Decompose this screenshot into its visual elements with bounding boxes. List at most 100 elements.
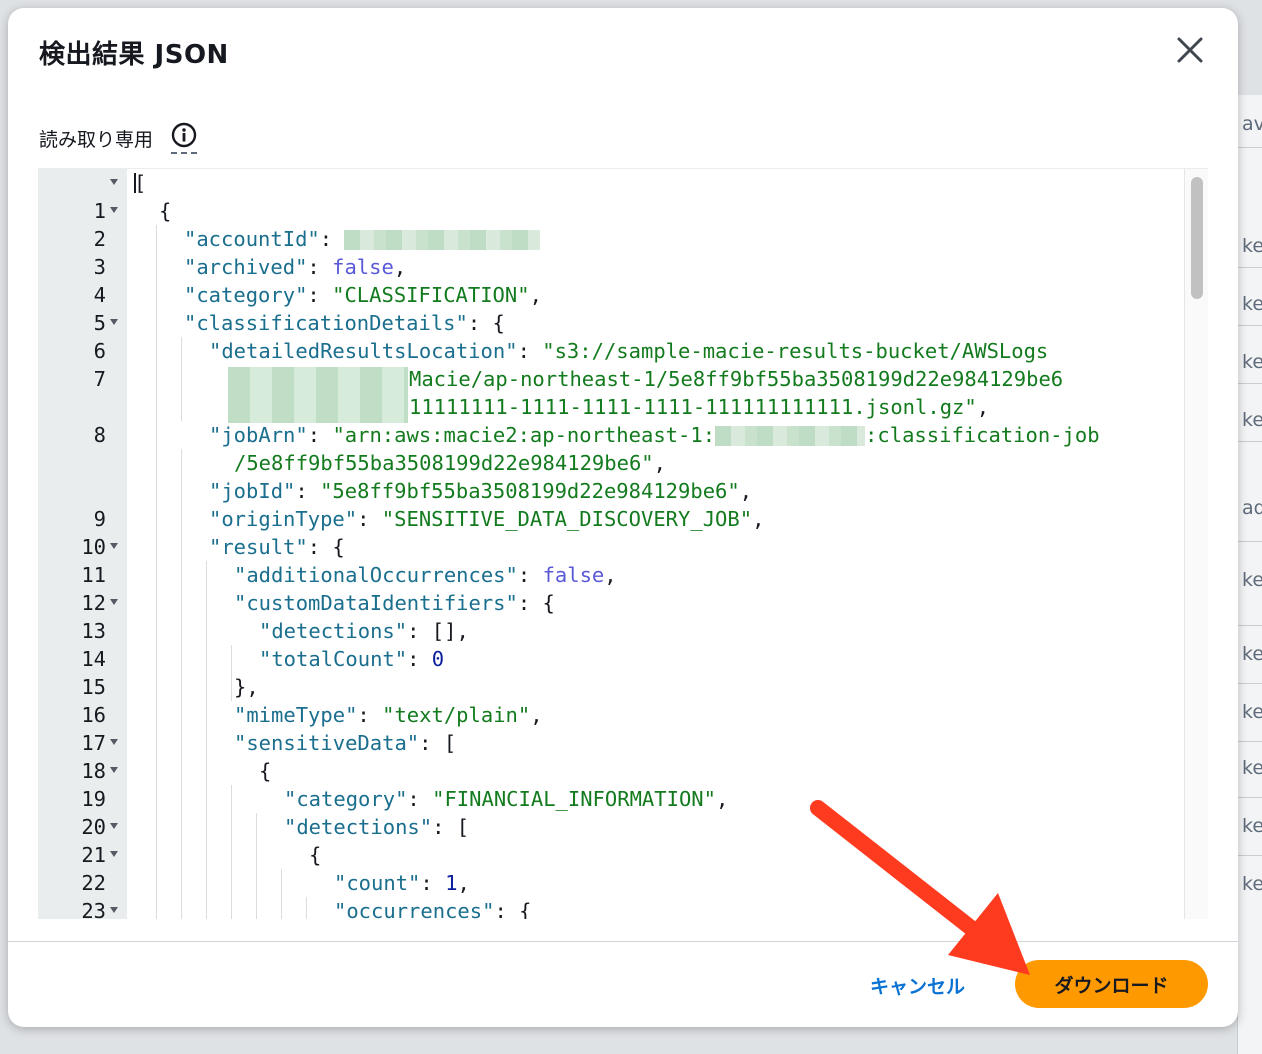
fold-caret-icon[interactable]: [110, 823, 118, 829]
code-line: 22 {: [38, 841, 1178, 895]
code-line: 24 "occurrences": {: [38, 897, 1178, 919]
fold-caret-icon[interactable]: [110, 319, 118, 325]
fold-caret-icon[interactable]: [110, 767, 118, 773]
background-fragment: av: [1242, 113, 1262, 133]
download-button[interactable]: ダウンロード: [1015, 960, 1208, 1008]
json-key: "jobId": [209, 479, 296, 503]
background-fragment: ke: [1242, 235, 1262, 255]
close-icon: [1177, 37, 1203, 63]
code-line-wrap: Macie/ap-northeast-1/5e8ff9bf55ba3508199…: [38, 365, 1178, 393]
code-line: 3 "accountId":: [38, 225, 1178, 279]
json-key: "originType": [209, 507, 358, 531]
background-fragment: ad: [1242, 497, 1262, 517]
code-line: 6 "classificationDetails": {: [38, 309, 1178, 363]
redacted-account-id: [344, 230, 541, 250]
code-line: "jobArn": "arn:aws:macie2:ap-northeast-1…: [209, 423, 1100, 447]
json-value: []: [431, 619, 457, 643]
fold-caret-icon[interactable]: [110, 851, 118, 857]
background-table-edge: av ke ke ke ke ad ke ke ke ke ke ke: [1237, 95, 1262, 1054]
code-line: 1 [: [38, 169, 1178, 223]
code-line: 18 "sensitiveData": [: [38, 729, 1178, 783]
background-fragment: ke: [1242, 701, 1262, 721]
redacted-account-id: [715, 426, 866, 446]
json-value: "5e8ff9bf55ba3508199d22e984129be6": [320, 479, 740, 503]
json-key: "mimeType": [234, 703, 358, 727]
background-fragment: ke: [1242, 815, 1262, 835]
close-button[interactable]: [1170, 30, 1210, 70]
json-key: "count": [334, 871, 421, 895]
json-value: "FINANCIAL_INFORMATION": [432, 787, 716, 811]
json-key: "result": [209, 535, 308, 559]
json-key: "classificationDetails": [184, 311, 468, 335]
json-key: "accountId": [184, 227, 320, 251]
json-value: 0: [431, 647, 445, 671]
modal-title: 検出結果 JSON: [39, 40, 229, 70]
scrollbar-thumb[interactable]: [1191, 177, 1203, 299]
code-text: {: [309, 843, 322, 867]
code-line: 12 "additionalOccurrences": false,: [38, 561, 1178, 615]
code-line-wrap: /5e8ff9bf55ba3508199d22e984129be6",: [234, 451, 666, 475]
findings-json-modal: 検出結果 JSON 読み取り専用 1 [2 {3 "accountId": …: [8, 8, 1238, 1027]
code-line: 19 {: [38, 757, 1178, 811]
code-text: {: [159, 199, 172, 223]
readonly-label: 読み取り専用: [39, 128, 154, 151]
fold-caret-icon[interactable]: [110, 207, 118, 213]
json-key: "additionalOccurrences": [234, 563, 518, 587]
background-fragment: ke: [1242, 351, 1262, 371]
text-cursor: [134, 173, 136, 193]
json-value: 1: [445, 871, 458, 895]
json-value: "s3://sample-macie-results-bucket/AWSLog…: [542, 339, 1049, 363]
background-fragment: ke: [1242, 757, 1262, 777]
code-line: 23 "count": 1,: [38, 869, 1178, 919]
code-line: 9 "jobId": "5e8ff9bf55ba3508199d22e98412…: [38, 477, 1178, 531]
code-line-wrap: 8 11111111-1111-1111-1111-111111111111.j…: [38, 393, 1178, 447]
info-icon[interactable]: [171, 122, 198, 154]
cancel-button[interactable]: キャンセル: [848, 966, 987, 1004]
code-text: },: [234, 675, 259, 699]
json-value: "arn:aws:macie2:ap-northeast-1:: [332, 423, 716, 447]
readonly-label-row: 読み取り専用: [39, 122, 198, 154]
json-key: "detections": [259, 619, 408, 643]
fold-caret-icon[interactable]: [110, 599, 118, 605]
json-key: "customDataIdentifiers": [234, 591, 518, 615]
fold-caret-icon[interactable]: [110, 739, 118, 745]
json-key: "detections": [284, 815, 433, 839]
code-line: 15 "totalCount": 0: [38, 645, 1178, 699]
background-fragment: ke: [1242, 569, 1262, 589]
editor-scrollbar[interactable]: [1184, 169, 1208, 919]
json-value: Macie/ap-northeast-1/5e8ff9bf55ba3508199…: [409, 367, 1064, 391]
json-value: "CLASSIFICATION": [332, 283, 530, 307]
code-line: 16 },: [38, 673, 1178, 727]
code-line: 14 "detections": [],: [38, 617, 1178, 671]
code-line: 2 {: [38, 197, 1178, 251]
background-fragment: ke: [1242, 293, 1262, 313]
code-line: 4 "archived": false,: [38, 253, 1178, 307]
code-line: 11 "result": {: [38, 533, 1178, 587]
json-value: :classification-job: [865, 423, 1100, 447]
json-value: false: [542, 563, 605, 587]
json-key: "category": [284, 787, 408, 811]
background-fragment: ke: [1242, 409, 1262, 429]
json-code-editor[interactable]: 1 [ 2 { 3 "accountId": 4 "archived": fal…: [38, 168, 1208, 919]
code-line: 5 "category": "CLASSIFICATION",: [38, 281, 1178, 335]
background-fragment: ke: [1242, 643, 1262, 663]
json-key: "sensitiveData": [234, 731, 420, 755]
json-value: "SENSITIVE_DATA_DISCOVERY_JOB": [381, 507, 753, 531]
code-line: 17 "mimeType": "text/plain",: [38, 701, 1178, 755]
code-line: 13 "customDataIdentifiers": {: [38, 589, 1178, 643]
json-key: "jobArn": [209, 423, 308, 447]
json-value: /5e8ff9bf55ba3508199d22e984129be6": [234, 451, 654, 475]
code-line: 10 "originType": "SENSITIVE_DATA_DISCOVE…: [38, 505, 1178, 559]
json-key: "detailedResultsLocation": [209, 339, 518, 363]
fold-caret-icon[interactable]: [110, 543, 118, 549]
json-key: "category": [184, 283, 308, 307]
json-key: "totalCount": [259, 647, 408, 671]
json-key: "occurrences": [334, 899, 495, 919]
code-line: 20 "category": "FINANCIAL_INFORMATION",: [38, 785, 1178, 839]
code-line: 7 "detailedResultsLocation": "s3://sampl…: [38, 337, 1178, 391]
fold-caret-icon[interactable]: [110, 179, 118, 185]
fold-caret-icon[interactable]: [110, 907, 118, 913]
background-fragment: ke: [1242, 873, 1262, 893]
footer-divider: [8, 941, 1238, 942]
json-value: 11111111-1111-1111-1111-111111111111.jso…: [409, 395, 977, 419]
